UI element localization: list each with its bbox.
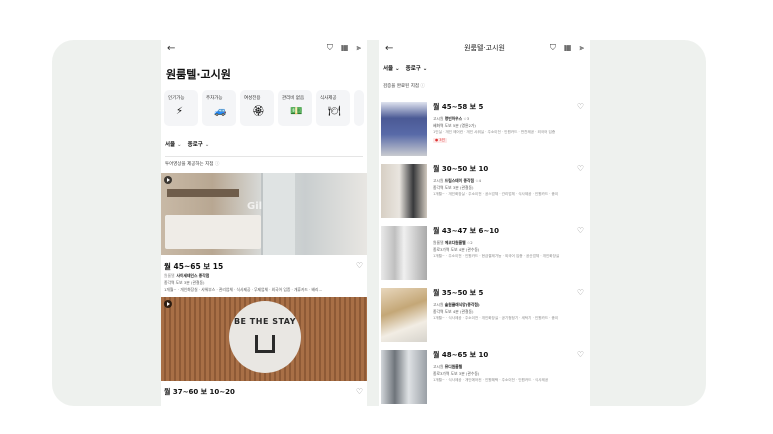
chevron-down-icon: ⌄ xyxy=(422,66,428,72)
map-icon[interactable]: ▦ xyxy=(564,42,572,54)
play-icon[interactable] xyxy=(164,175,172,184)
chip-meals[interactable]: 식사제공 🍽 xyxy=(316,90,350,126)
list-item[interactable]: 월 43~47 보 6~10 ♡ 원룸텔 에코다원룸텔 ☆2 종로3가역 도보 … xyxy=(381,226,590,282)
listing-price: 월 35~50 보 5 xyxy=(433,289,484,297)
bed-shape xyxy=(165,214,261,249)
chip-women-only[interactable]: 여성전용 🏵 xyxy=(240,90,274,126)
info-icon[interactable]: ⓘ xyxy=(420,84,425,89)
category-chips: 인기가능 ⚡ 주차가능 🚙 여성전용 🏵 관리비 없음 💵 식사제공 🍽 xyxy=(161,90,367,126)
listing-name-row: 고시원 드림스테이 종각점 ☆4 xyxy=(433,178,482,183)
listing-price: 월 30~50 보 10 xyxy=(433,165,489,173)
section-label: 투어영상을 제공하는 지점 ⓘ xyxy=(165,161,220,167)
listing-thumbnail[interactable] xyxy=(381,102,427,156)
listing-options: 1개월~ · 개인화장실 · 주소이전 · 공스업체 · 관리업체 · 식사제공… xyxy=(433,192,559,196)
listing-options: 1개월~ · 개인화장실 · 샤워부스 · 관리업체 · 식사제공 · 무제업체… xyxy=(164,286,323,292)
district-filter[interactable]: 종로구 ⌄ xyxy=(406,64,428,72)
play-icon[interactable] xyxy=(164,299,172,308)
heart-icon[interactable]: ♡ xyxy=(577,226,584,235)
listing-thumbnail[interactable] xyxy=(381,164,427,218)
chip-label: 주차가능 xyxy=(206,96,223,101)
listing-price-2[interactable]: 월 37~60 보 10~20 ♡ xyxy=(161,381,367,397)
listing-name-row: 고시원 뮤디원룸텔 xyxy=(433,364,463,369)
list-item[interactable]: 월 35~50 보 5 ♡ 고시원 솔원클래식양(종각점) 종각역 도보 4분 … xyxy=(381,288,590,344)
heart-icon[interactable]: ♡ xyxy=(577,102,584,111)
chip-parking[interactable]: 주차가능 🚙 xyxy=(202,90,236,126)
heart-icon[interactable]: ♡ xyxy=(577,350,584,359)
shield-icon[interactable]: ⛉ xyxy=(550,42,556,54)
right-phone-screen: ← 원룸텔·고시원 ⛉ ▦ ⫸ 서울 ⌄ 종로구 ⌄ 검증을 완료된 지점 ⓘ … xyxy=(379,40,590,406)
chip-label: 여성전용 xyxy=(244,96,261,101)
left-topbar: ← ⛉ ▦ ⫸ xyxy=(161,40,367,56)
list-item[interactable]: 월 30~50 보 10 ♡ 고시원 드림스테이 종각점 ☆4 종각역 도보 3… xyxy=(381,164,590,220)
chip-more[interactable] xyxy=(354,90,364,126)
shelf-shape xyxy=(167,188,239,197)
lightning-icon: ⚡ xyxy=(176,106,184,117)
sign-text: BE THE STAY xyxy=(233,316,297,326)
filter-icon[interactable]: ⫸ xyxy=(579,42,584,54)
chip-heating[interactable]: 인기가능 ⚡ xyxy=(164,90,198,126)
watermark: Gil xyxy=(247,200,263,212)
listing-walk: 종로3가역 도보 4분 (관수동) xyxy=(433,247,480,252)
location-filters: 서울 ⌄ 종로구 ⌄ xyxy=(161,126,367,148)
chevron-down-icon: ⌄ xyxy=(177,142,182,148)
section-label: 검증을 완료된 지점 ⓘ xyxy=(383,84,425,89)
listing-name-row: 고시원 솔원클래식양(종각점) xyxy=(433,302,480,307)
listing-options: 1개월~ · 식사제공 · 주소이전 · 개인화장실 · 공기청정기 · 세탁기… xyxy=(433,316,559,320)
listing-walk: 종각역 도보 3분 (관철동) xyxy=(433,185,474,190)
listing-walk: 종로3가역 도보 3분 (관수동) xyxy=(433,371,480,376)
listing-name-row: 고시원 명빈하우스 ☆3 xyxy=(433,116,470,121)
listing-options: 1개월~ · 주소이전 · 인원카드 · 현금결제가능 · 외국어 입증 · 공… xyxy=(433,254,560,258)
map-icon[interactable]: ▦ xyxy=(341,42,349,54)
listing-walk: 종각역 도보 3분 (관철동) xyxy=(164,279,205,285)
list-item[interactable]: 월 45~58 보 5 ♡ 고시원 명빈하우스 ☆3 혜화역 도보 5분 (명륜… xyxy=(381,102,590,158)
listing-video-thumbnail[interactable]: Gil xyxy=(161,172,367,255)
chip-label: 식사제공 xyxy=(320,96,337,101)
heart-icon[interactable]: ♡ xyxy=(577,164,584,173)
city-filter[interactable]: 서울 ⌄ xyxy=(165,140,182,148)
logo-sign: BE THE STAY xyxy=(229,300,301,373)
listing-options: 1인실 · 개인 에어컨 · 개인 샤워실 · 주소이전 · 인원카드 · 반찬… xyxy=(433,130,556,134)
listing-walk: 종각역 도보 4분 (관철동) xyxy=(433,309,474,314)
listing-walk: 혜화역 도보 5분 (명륜2가) xyxy=(433,123,476,128)
glass-door-shape xyxy=(261,172,295,255)
listing-thumbnail[interactable] xyxy=(381,288,427,342)
chip-label: 관리비 없음 xyxy=(282,96,305,101)
house-icon xyxy=(255,334,275,353)
chip-label: 인기가능 xyxy=(168,96,185,101)
chevron-down-icon: ⌄ xyxy=(395,66,400,72)
badge-icon: 🏵 xyxy=(252,106,265,117)
heart-icon[interactable]: ♡ xyxy=(356,387,363,396)
listing-price: 월 45~58 보 5 xyxy=(433,103,484,111)
heart-icon[interactable]: ♡ xyxy=(577,288,584,297)
stage-background: ← ⛉ ▦ ⫸ 원룸텔·고시원 인기가능 ⚡ 주차가능 🚙 여성전용 🏵 관리비 xyxy=(52,40,706,406)
chevron-down-icon: ⌄ xyxy=(204,142,210,148)
location-filters: 서울 ⌄ 종로구 ⌄ xyxy=(379,56,590,72)
listing-name-row: 원룸텔 사이세테인스 종각점 xyxy=(164,272,210,278)
listing-name-row: 원룸텔 에코다원룸텔 ☆2 xyxy=(433,240,473,245)
car-icon: 🚙 xyxy=(214,106,227,117)
right-topbar: ← 원룸텔·고시원 ⛉ ▦ ⫸ xyxy=(379,40,590,56)
info-icon[interactable]: ⓘ xyxy=(215,162,220,167)
listing-price: 월 48~65 보 10 xyxy=(433,351,489,359)
listing-options: 1개월~ · 식사제공 · 개인에어컨 · 인원혜택 · 주소이전 · 인원카드… xyxy=(433,378,549,382)
status-badge: ● 3인 xyxy=(433,138,447,143)
list-item[interactable]: 월 48~65 보 10 ♡ 고시원 뮤디원룸텔 종로3가역 도보 3분 (관수… xyxy=(381,350,590,406)
money-icon: 💵 xyxy=(290,106,303,117)
heart-icon[interactable]: ♡ xyxy=(356,261,363,270)
listing-video-thumbnail-2[interactable]: BE THE STAY xyxy=(161,296,367,381)
district-filter[interactable]: 종로구 ⌄ xyxy=(188,140,210,148)
back-arrow-icon[interactable]: ← xyxy=(167,43,175,54)
listing-price: 월 43~47 보 6~10 xyxy=(433,227,500,235)
page-title: 원룸텔·고시원 xyxy=(166,68,231,81)
dish-icon: 🍽 xyxy=(328,106,341,117)
filter-icon[interactable]: ⫸ xyxy=(356,42,361,54)
city-filter[interactable]: 서울 ⌄ xyxy=(383,64,400,72)
shield-icon[interactable]: ⛉ xyxy=(327,42,333,54)
chip-no-fee[interactable]: 관리비 없음 💵 xyxy=(278,90,312,126)
listing-thumbnail[interactable] xyxy=(381,226,427,280)
listing-thumbnail[interactable] xyxy=(381,350,427,404)
listing-price[interactable]: 월 45~65 보 15 ♡ xyxy=(161,255,367,272)
left-phone-screen: ← ⛉ ▦ ⫸ 원룸텔·고시원 인기가능 ⚡ 주차가능 🚙 여성전용 🏵 관리비 xyxy=(161,40,367,406)
